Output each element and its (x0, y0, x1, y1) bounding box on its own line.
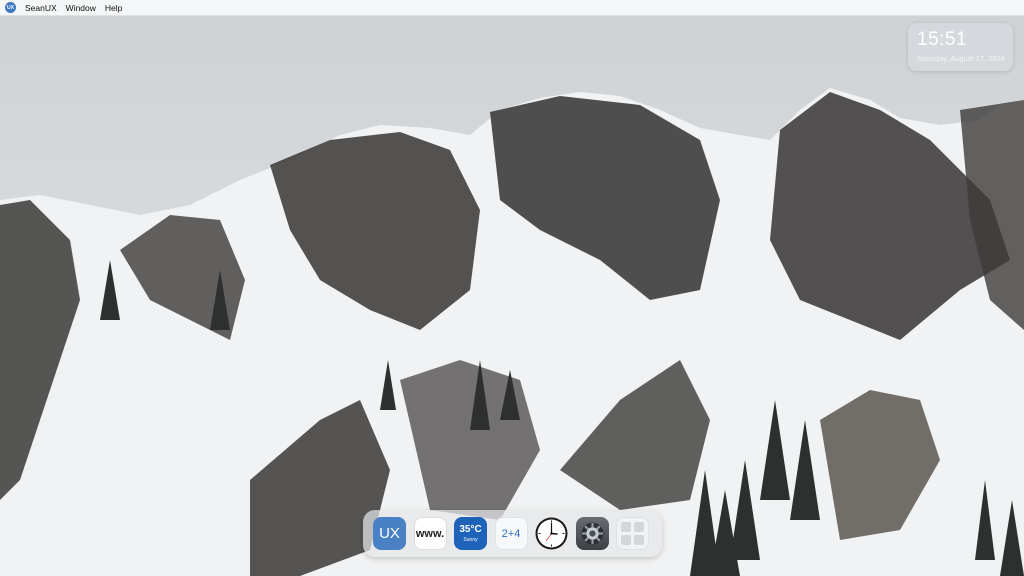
clock-date: Saturday, August 17, 2024 (917, 54, 1005, 63)
seanux-app-label: UX (379, 525, 400, 542)
browser-app-label: www. (415, 527, 445, 540)
weather-temperature: 35°C (459, 524, 482, 535)
clock-widget[interactable]: 15:51 Saturday, August 17, 2024 (908, 23, 1013, 71)
calculator-app-label: 2+4 (501, 527, 521, 540)
analog-clock-icon (535, 517, 568, 550)
dock: UX www. 35°C Sunny 2+4 (363, 510, 662, 557)
menu-item-window[interactable]: Window (66, 3, 96, 13)
dock-app-weather[interactable]: 35°C Sunny (454, 517, 487, 550)
weather-condition: Sunny (463, 537, 478, 543)
dock-app-settings[interactable] (575, 517, 609, 550)
menu-item-seanux[interactable]: SeanUX (25, 3, 57, 13)
gear-icon (581, 522, 603, 545)
dock-app-clock[interactable] (535, 517, 568, 550)
dock-app-launchpad[interactable] (616, 517, 649, 550)
menu-item-help[interactable]: Help (105, 3, 122, 13)
menu-bar: UX SeanUX Window Help (0, 0, 1024, 16)
dock-app-calculator[interactable]: 2+4 (494, 517, 528, 550)
dock-app-seanux[interactable]: UX (373, 517, 406, 550)
app-logo-icon[interactable]: UX (5, 2, 16, 13)
dock-app-browser[interactable]: www. (413, 517, 447, 550)
desktop-wallpaper (0, 0, 1024, 576)
clock-time: 15:51 (917, 29, 968, 50)
app-grid-icon (621, 522, 644, 545)
